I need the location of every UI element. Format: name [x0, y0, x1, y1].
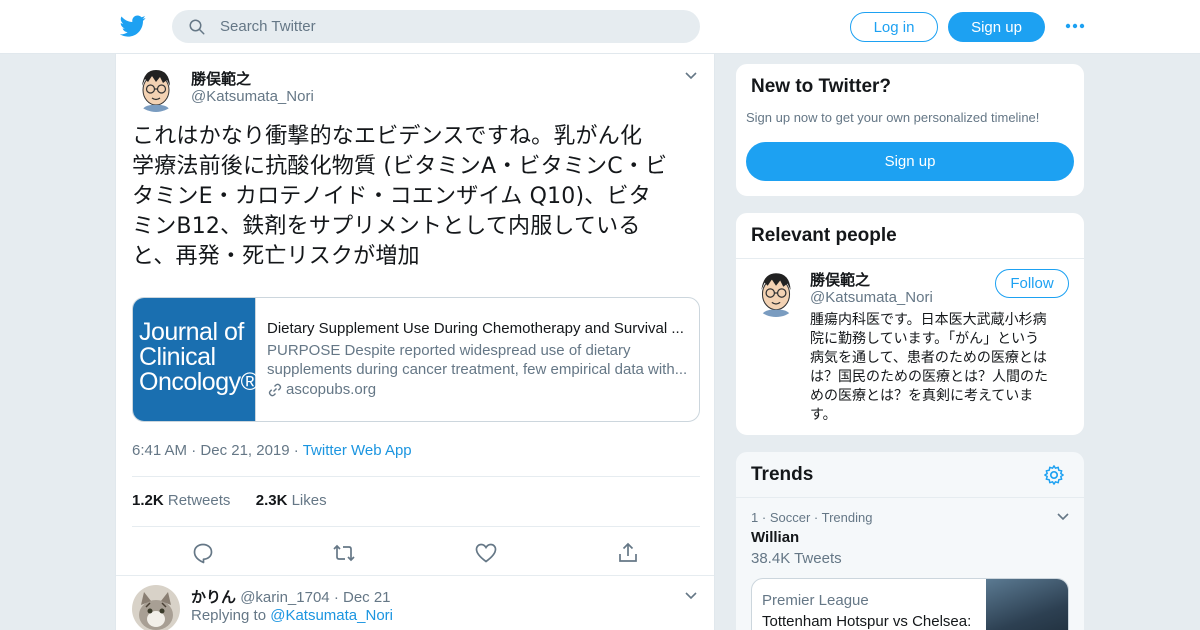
likes-stat[interactable]: 2.3K Likes — [256, 492, 327, 509]
reply-author-handle[interactable]: @karin_1704 — [240, 589, 329, 606]
journal-logo-image: Journal of Clinical Oncology® — [133, 298, 259, 421]
tweet-timestamp: 6:41 AM · Dec 21, 2019 · Twitter Web App — [132, 442, 412, 459]
bio-line: めの医療とは？を真剣に考えていま — [810, 388, 1034, 404]
bio-line: 腫瘍内科医です。日本医大武蔵小杉病 — [810, 312, 1047, 328]
journal-logo-line: Journal of — [139, 318, 244, 346]
divider — [736, 258, 1084, 259]
top-navigation-bar: Log in Sign up — [0, 0, 1200, 54]
card-title: Dietary Supplement Use During Chemothera… — [267, 320, 684, 337]
author-avatar[interactable] — [132, 64, 180, 112]
relevant-person-handle[interactable]: @Katsumata_Nori — [810, 289, 933, 306]
retweets-stat[interactable]: 1.2K Retweets — [132, 492, 230, 509]
author-handle[interactable]: @Katsumata_Nori — [191, 88, 314, 105]
replying-to-label: Replying to — [191, 607, 267, 624]
trend-card-thumbnail — [986, 579, 1068, 630]
trend-status: Trending — [821, 510, 873, 525]
relevant-person-bio: 腫瘍内科医です。日本医大武蔵小杉病 院に勤務しています。「がん」という 病気を通… — [810, 311, 1070, 425]
author-name[interactable]: 勝俣範之 — [191, 68, 251, 89]
chevron-down-icon[interactable] — [1056, 512, 1070, 522]
trend-tweet-count: 38.4K Tweets — [751, 550, 842, 567]
trend-category: Soccer — [769, 510, 811, 525]
relevant-people-title: Relevant people — [751, 225, 897, 246]
link-preview-card[interactable]: Journal of Clinical Oncology® Dietary Su… — [132, 297, 700, 422]
tweet-text-line: これはかなり衝撃的なエビデンスですね。乳がん化 — [132, 124, 643, 149]
share-icon[interactable] — [616, 541, 640, 565]
trend-name[interactable]: Willian — [751, 529, 799, 546]
replying-to-link[interactable]: @Katsumata_Nori — [270, 607, 393, 624]
trend-card-league: Premier League — [762, 592, 869, 609]
card-description-line: PURPOSE Despite reported widespread use … — [267, 342, 631, 359]
replying-to: Replying to @Katsumata_Nori — [191, 607, 393, 624]
tweet-source-link[interactable]: Twitter Web App — [303, 442, 412, 459]
journal-logo-line: Oncology® — [139, 368, 259, 396]
relevant-person-avatar[interactable] — [751, 267, 801, 317]
signup-button[interactable]: Sign up — [948, 12, 1045, 42]
tweet-date[interactable]: Dec 21, 2019 — [200, 442, 289, 459]
reply-header: かりん @karin_1704 · Dec 21 — [191, 588, 391, 606]
relevant-people-box: Relevant people 勝俣範之 @Katsumata_Nori Fol… — [735, 212, 1085, 436]
search-icon — [189, 19, 205, 34]
bio-line: す。 — [810, 407, 837, 423]
trend-meta: 1 · Soccer · Trending — [751, 510, 873, 525]
tweet-text-line: タミンE・カロテノイド・コエンザイム Q10)、ビタ — [132, 184, 651, 209]
trend-rank: 1 — [751, 510, 759, 525]
relevant-person-name[interactable]: 勝俣範之 — [810, 269, 870, 290]
gear-icon[interactable] — [1043, 464, 1065, 486]
sidebar-signup-button[interactable]: Sign up — [746, 142, 1074, 181]
bio-line: 院に勤務しています。「がん」という — [810, 331, 1040, 347]
follow-button[interactable]: Follow — [995, 269, 1069, 298]
twitter-logo-icon[interactable] — [120, 13, 146, 39]
more-options-icon[interactable] — [1064, 18, 1086, 34]
divider — [116, 575, 714, 576]
divider — [736, 497, 1084, 498]
divider — [132, 476, 700, 477]
trends-box: Trends 1 · Soccer · Trending Willian 38.… — [735, 451, 1085, 630]
trend-news-card[interactable]: Premier League Tottenham Hotspur vs Chel… — [751, 578, 1069, 630]
retweets-count: 1.2K — [132, 492, 164, 509]
login-button[interactable]: Log in — [850, 12, 938, 42]
tweet-stats: 1.2K Retweets 2.3K Likes — [132, 492, 327, 509]
likes-count: 2.3K — [255, 492, 288, 509]
search-input[interactable] — [220, 18, 660, 35]
link-icon — [268, 383, 282, 396]
bio-line: 病気を通して、患者のための医療とは — [810, 350, 1047, 366]
signup-promo-title: New to Twitter? — [751, 76, 892, 97]
tweet-text-line: ミンB12、鉄剤をサプリメントとして内服している — [132, 214, 641, 239]
reply-icon[interactable] — [191, 541, 215, 565]
tweet-text: これはかなり衝撃的なエビデンスですね。乳がん化 学療法前後に抗酸化物質 (ビタミ… — [132, 122, 692, 272]
tweet-actions — [116, 538, 714, 568]
reply-author-name[interactable]: かりん — [191, 588, 236, 606]
chevron-down-icon[interactable] — [684, 591, 698, 601]
trend-card-title: Tottenham Hotspur vs Chelsea: — [762, 613, 972, 630]
like-heart-icon[interactable] — [474, 541, 498, 565]
card-domain: ascopubs.org — [267, 381, 376, 398]
search-bar — [172, 10, 700, 43]
chevron-down-icon[interactable] — [684, 71, 698, 81]
reply-date[interactable]: Dec 21 — [343, 589, 391, 606]
tweet-column: 勝俣範之 @Katsumata_Nori これはかなり衝撃的なエビデンスですね。… — [115, 54, 715, 630]
tweet-time[interactable]: 6:41 AM — [132, 442, 187, 459]
signup-promo-box: New to Twitter? Sign up now to get your … — [735, 63, 1085, 197]
card-description: PURPOSE Despite reported widespread use … — [267, 341, 689, 379]
retweets-label: Retweets — [167, 492, 231, 509]
signup-promo-subtitle: Sign up now to get your own personalized… — [746, 110, 1040, 125]
card-domain-text: ascopubs.org — [286, 381, 377, 398]
journal-logo-line: Clinical — [139, 343, 216, 371]
tweet-text-line: と、再発・死亡リスクが増加 — [132, 244, 420, 269]
bio-line: は？国民のための医療とは？人間のた — [810, 369, 1048, 385]
reply-author-avatar[interactable] — [132, 585, 180, 630]
card-description-line: supplements during cancer treatment, few… — [267, 361, 688, 378]
likes-label: Likes — [291, 492, 327, 509]
trends-title: Trends — [751, 464, 814, 485]
retweet-icon[interactable] — [332, 541, 356, 565]
divider — [132, 526, 700, 527]
tweet-text-line: 学療法前後に抗酸化物質 (ビタミンA・ビタミンC・ビ — [132, 154, 668, 179]
